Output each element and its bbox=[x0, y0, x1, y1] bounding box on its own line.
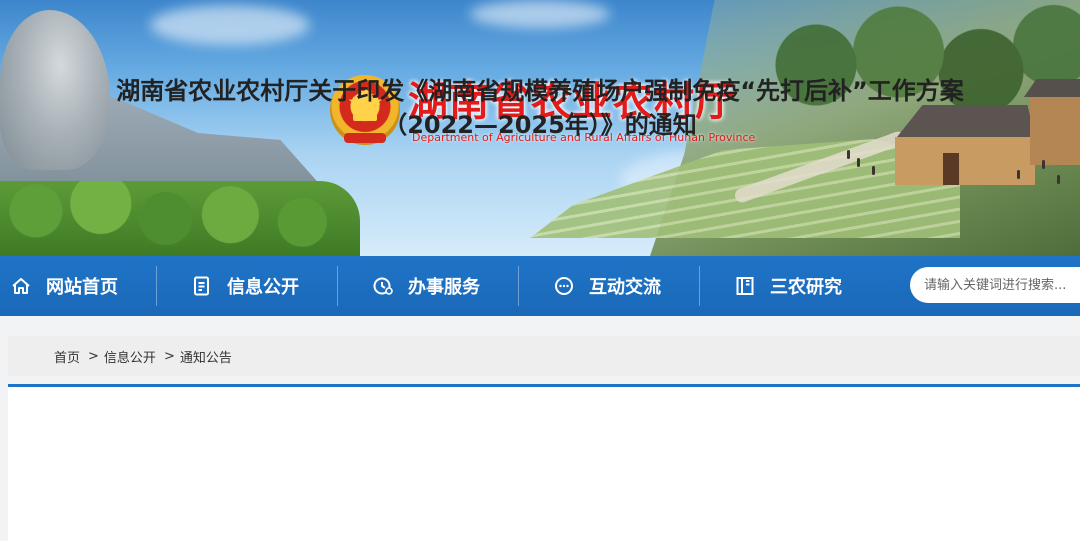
nav-item-label: 信息公开 bbox=[227, 277, 299, 298]
nav-item-interact[interactable]: 互动交流 bbox=[553, 256, 661, 316]
nav-divider bbox=[156, 266, 157, 306]
banner-person bbox=[1017, 170, 1020, 179]
nav-item-label: 三农研究 bbox=[770, 277, 842, 298]
nav-divider bbox=[337, 266, 338, 306]
chat-icon bbox=[553, 275, 575, 297]
nav-divider bbox=[699, 266, 700, 306]
nav-divider bbox=[518, 266, 519, 306]
document-icon bbox=[191, 275, 213, 297]
breadcrumb-separator: > bbox=[163, 348, 175, 364]
banner-person bbox=[872, 166, 875, 175]
search-input[interactable] bbox=[910, 267, 1080, 303]
cloud bbox=[150, 5, 310, 45]
nav-item-research[interactable]: 三农研究 bbox=[734, 256, 842, 316]
nav-item-service[interactable]: 办事服务 bbox=[372, 256, 480, 316]
banner-person bbox=[847, 150, 850, 159]
breadcrumb-notices[interactable]: 通知公告 bbox=[180, 347, 232, 366]
banner-person bbox=[857, 158, 860, 167]
banner-person bbox=[1057, 175, 1060, 184]
cloud bbox=[470, 0, 610, 28]
breadcrumb: 首页 > 信息公开 > 通知公告 bbox=[8, 336, 1080, 376]
banner-trees bbox=[0, 181, 360, 256]
nav-item-label: 办事服务 bbox=[408, 277, 480, 298]
article-title-line: （2022—2025年）》的通知 bbox=[383, 111, 697, 139]
banner-person bbox=[1042, 160, 1045, 169]
home-icon bbox=[10, 275, 32, 297]
book-icon bbox=[734, 275, 756, 297]
nav-item-label: 网站首页 bbox=[46, 277, 118, 298]
article-title-line: 湖南省农业农村厅关于印发《湖南省规模养殖场户强制免疫“先打后补”工作方案 bbox=[116, 77, 964, 105]
breadcrumb-info[interactable]: 信息公开 bbox=[104, 347, 156, 366]
service-icon bbox=[372, 275, 394, 297]
breadcrumb-separator: > bbox=[88, 348, 99, 364]
breadcrumb-home[interactable]: 首页 bbox=[54, 347, 80, 366]
nav-item-home[interactable]: 网站首页 bbox=[10, 256, 118, 316]
nav-item-label: 互动交流 bbox=[589, 277, 661, 298]
nav-item-info[interactable]: 信息公开 bbox=[191, 256, 299, 316]
article-panel bbox=[8, 384, 1080, 541]
article-title: 湖南省农业农村厅关于印发《湖南省规模养殖场户强制免疫“先打后补”工作方案 （20… bbox=[0, 74, 1080, 142]
